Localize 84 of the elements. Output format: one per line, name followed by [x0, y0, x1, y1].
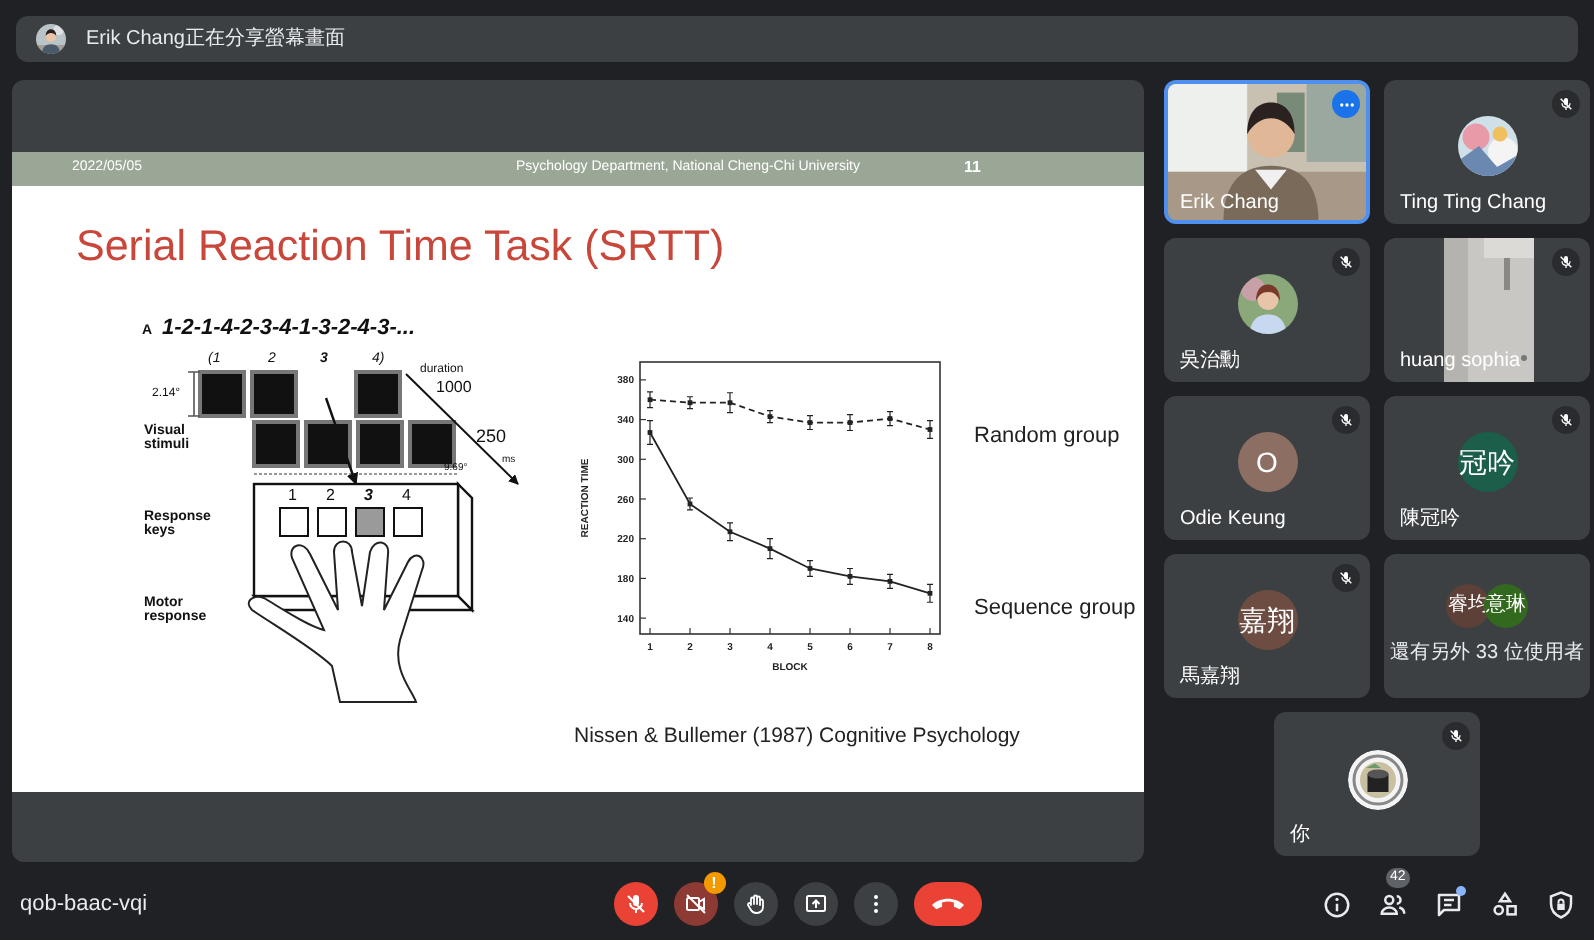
- participant-name: Erik Chang: [1180, 194, 1279, 214]
- error-bar: [646, 418, 654, 444]
- data-point: [847, 573, 853, 578]
- dimension-line: [187, 370, 201, 416]
- avatar: 嘉翔: [1237, 590, 1297, 650]
- sequence-text: 1-2-1-4-2-3-4-1-3-2-4-3-...: [162, 317, 416, 339]
- error-bar: [766, 537, 774, 559]
- data-point: [807, 419, 813, 424]
- data-point: [727, 528, 733, 534]
- avatar: O: [1237, 432, 1297, 492]
- key-label: 2: [326, 487, 335, 503]
- error-bar: [686, 395, 694, 409]
- present-screen-icon: [803, 892, 827, 916]
- stimulus-square: [250, 369, 298, 417]
- data-point: [887, 415, 893, 420]
- share-banner-text: Erik Chang正在分享螢幕畫面: [86, 25, 345, 54]
- error-bar: [686, 496, 694, 510]
- stimulus-square: [198, 369, 246, 417]
- key-label: 1: [288, 487, 297, 503]
- leave-call-button[interactable]: [913, 882, 981, 926]
- error-bar: [926, 582, 934, 602]
- error-bar: [726, 391, 734, 413]
- present-button[interactable]: [793, 882, 837, 926]
- data-point: [687, 500, 693, 506]
- meeting-code: qob-baac-vqi: [18, 889, 148, 920]
- avatar: 意琳: [1484, 584, 1528, 628]
- stimulus-square: [304, 419, 352, 467]
- phone-icon: [931, 898, 963, 910]
- more-participants-text: 還有另外 33 位使用者: [1390, 639, 1584, 668]
- data-point: [927, 426, 933, 431]
- data-point: [727, 399, 733, 405]
- slide-title: Serial Reaction Time Task (SRTT): [76, 219, 725, 271]
- data-point: [807, 565, 813, 570]
- stimulus-square: [354, 369, 402, 417]
- error-bar: [886, 572, 894, 588]
- camera-button[interactable]: [673, 882, 717, 926]
- data-point: [887, 578, 893, 583]
- series-label: Random group: [974, 423, 1120, 447]
- avatar: 冠吟: [1457, 432, 1517, 492]
- raise-hand-button[interactable]: [733, 882, 777, 926]
- data-point: [767, 545, 773, 551]
- slide-page-number: 11: [964, 156, 981, 180]
- error-bar: [886, 410, 894, 426]
- data-point: [767, 413, 773, 418]
- participant-name: Odie Keung: [1180, 510, 1286, 530]
- key-label: 4: [402, 487, 411, 503]
- error-bar: [806, 414, 814, 430]
- duration-value: 250: [476, 427, 507, 445]
- stimulus-square: [408, 419, 456, 467]
- error-bar: [846, 566, 854, 584]
- timeline-arrow: [405, 372, 519, 484]
- error-bar: [926, 418, 934, 439]
- key-label: 3: [364, 487, 373, 503]
- mic-off-icon: [623, 892, 647, 916]
- data-point: [647, 429, 653, 434]
- hand-icon: [743, 892, 767, 916]
- participant-name: 陳冠吟: [1400, 510, 1460, 530]
- host-controls-button[interactable]: [1544, 888, 1576, 920]
- data-point: [687, 399, 693, 405]
- participant-name: 你: [1290, 826, 1310, 846]
- arrow: [324, 396, 359, 485]
- data-point: [927, 589, 933, 595]
- citation: Nissen & Bullemer (1987) Cognitive Psychology: [574, 721, 1020, 751]
- participant-name: Ting Ting Chang: [1400, 194, 1547, 214]
- error-bar: [846, 413, 854, 431]
- stimulus-square: [252, 419, 300, 467]
- error-bar: [646, 390, 654, 408]
- error-bar: [806, 558, 814, 576]
- series-label: Sequence group: [974, 595, 1136, 619]
- stimulus-square: [356, 419, 404, 467]
- camera-off-icon: [683, 892, 707, 916]
- participant-name: 馬嘉翔: [1180, 668, 1240, 688]
- error-bar: [726, 521, 734, 541]
- microphone-button[interactable]: [613, 882, 657, 926]
- error-bar: [766, 409, 774, 423]
- alert-badge: !: [703, 872, 725, 894]
- chat-button[interactable]: [1432, 888, 1464, 920]
- activities-button[interactable]: [1488, 888, 1520, 920]
- data-point: [647, 396, 653, 402]
- participant-name: 吳治勳: [1180, 352, 1240, 372]
- duration-value: 1000: [436, 379, 472, 395]
- data-point: [847, 419, 853, 424]
- meeting-details-button[interactable]: [1320, 888, 1352, 920]
- more-options-button[interactable]: [853, 882, 897, 926]
